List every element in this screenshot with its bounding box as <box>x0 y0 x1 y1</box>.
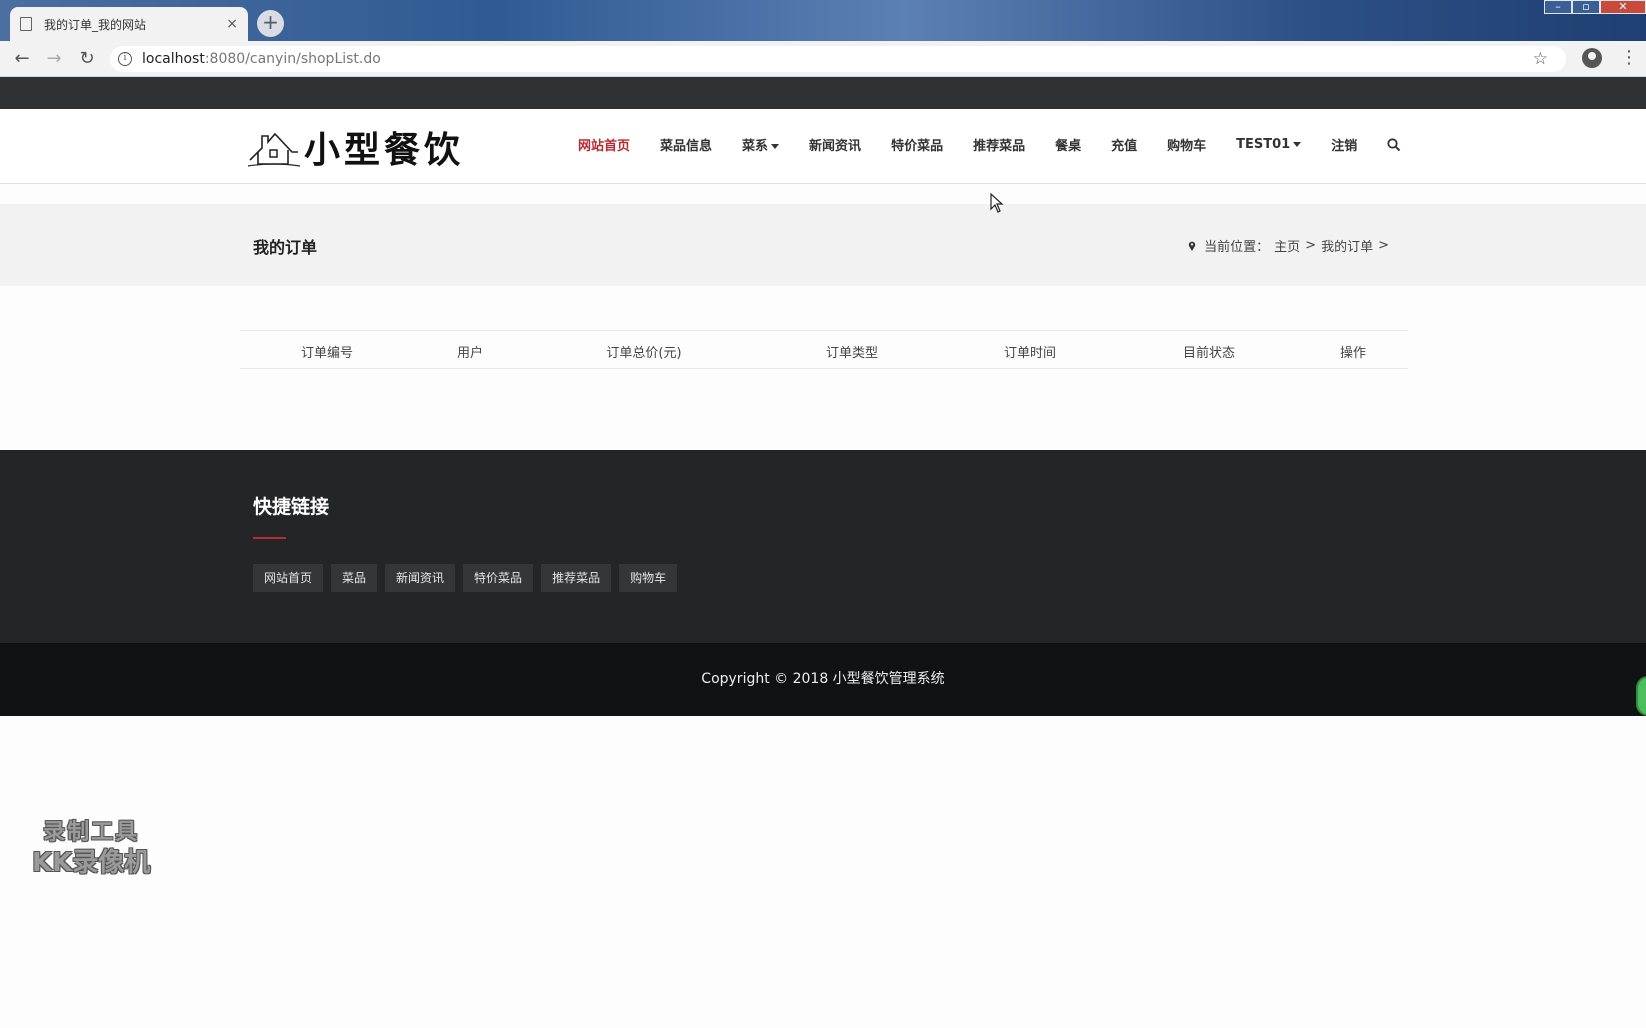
heading-underline <box>253 537 286 539</box>
account-icon[interactable] <box>1582 48 1602 68</box>
document-icon <box>20 17 32 31</box>
mouse-cursor-icon <box>990 193 1004 213</box>
tab-close-icon[interactable]: × <box>226 16 238 32</box>
main-nav: 网站首页 菜品信息 菜系 新闻资讯 特价菜品 推荐菜品 餐桌 充值 购物车 TE… <box>578 135 1401 154</box>
site-header: 小型餐饮 网站首页 菜品信息 菜系 新闻资讯 特价菜品 推荐菜品 餐桌 充值 购… <box>0 109 1646 184</box>
breadcrumb-separator: > <box>1305 238 1317 253</box>
browser-tabstrip: 我的订单_我的网站 × + – ▫ ✕ <box>0 0 1646 41</box>
nav-dishes[interactable]: 菜品信息 <box>660 135 712 154</box>
caret-down-icon <box>771 144 780 149</box>
location-pin-icon <box>1188 241 1196 251</box>
tab-title: 我的订单_我的网站 <box>44 17 147 32</box>
page-title: 我的订单 <box>253 238 318 257</box>
nav-recommended[interactable]: 推荐菜品 <box>973 135 1025 154</box>
breadcrumb: 当前位置： 主页 > 我的订单 > <box>1188 236 1394 255</box>
nav-cuisine-label: 菜系 <box>742 139 769 154</box>
site-topbar <box>0 77 1646 109</box>
column-header-actions: 操作 <box>1339 346 1367 361</box>
nav-logout[interactable]: 注销 <box>1331 135 1357 154</box>
nav-cart[interactable]: 购物车 <box>1167 135 1206 154</box>
breadcrumb-current: 我的订单 <box>1321 240 1374 255</box>
bookmark-star-icon[interactable]: ☆ <box>1533 49 1548 69</box>
nav-user-label: TEST01 <box>1236 137 1291 152</box>
quick-link-recommended[interactable]: 推荐菜品 <box>541 564 612 592</box>
nav-news[interactable]: 新闻资讯 <box>809 135 861 154</box>
new-tab-button[interactable]: + <box>257 10 284 37</box>
quick-links: 网站首页 菜品 新闻资讯 特价菜品 推荐菜品 购物车 <box>253 564 685 592</box>
nav-specials[interactable]: 特价菜品 <box>891 135 943 154</box>
nav-user-dropdown[interactable]: TEST01 <box>1236 137 1302 152</box>
maximize-button[interactable]: ▫ <box>1572 0 1600 14</box>
nav-tables[interactable]: 餐桌 <box>1055 135 1081 154</box>
url-path: :8080/canyin/shopList.do <box>204 51 381 67</box>
column-header-user: 用户 <box>456 346 484 361</box>
close-window-button[interactable]: ✕ <box>1600 0 1646 14</box>
browser-toolbar: ← → ↻ i localhost :8080/canyin/shopList.… <box>0 41 1646 77</box>
quick-link-specials[interactable]: 特价菜品 <box>463 564 534 592</box>
nav-home[interactable]: 网站首页 <box>578 135 630 154</box>
site-info-icon[interactable]: i <box>118 52 132 66</box>
breadcrumb-prefix: 当前位置： <box>1204 240 1270 255</box>
nav-recharge[interactable]: 充值 <box>1111 135 1137 154</box>
forward-icon[interactable]: → <box>43 48 65 70</box>
house-logo-icon <box>248 132 300 167</box>
column-header-total: 订单总价(元) <box>606 346 682 361</box>
back-icon[interactable]: ← <box>11 48 33 70</box>
quick-link-home[interactable]: 网站首页 <box>253 564 324 592</box>
column-header-type: 订单类型 <box>825 346 879 361</box>
quick-link-cart[interactable]: 购物车 <box>619 564 678 592</box>
column-header-time: 订单时间 <box>1003 346 1057 361</box>
nav-cuisine-dropdown[interactable]: 菜系 <box>742 135 780 154</box>
search-icon[interactable] <box>1387 137 1401 152</box>
reload-icon[interactable]: ↻ <box>76 48 98 70</box>
orders-table: 订单编号 用户 订单总价(元) 订单类型 订单时间 目前状态 操作 <box>240 330 1408 369</box>
floating-side-button[interactable] <box>1636 676 1646 716</box>
address-bar[interactable]: i localhost :8080/canyin/shopList.do ☆ <box>110 46 1566 72</box>
quick-link-dishes[interactable]: 菜品 <box>331 564 378 592</box>
browser-menu-icon[interactable]: ⋮ <box>1620 47 1638 69</box>
site-logo[interactable]: 小型餐饮 <box>248 121 464 173</box>
page-header-band: 我的订单 当前位置： 主页 > 我的订单 > <box>0 204 1646 286</box>
caret-down-icon <box>1293 142 1302 147</box>
quick-link-news[interactable]: 新闻资讯 <box>385 564 456 592</box>
site-footer: 快捷链接 网站首页 菜品 新闻资讯 特价菜品 推荐菜品 购物车 <box>0 450 1646 643</box>
window-controls: – ▫ ✕ <box>1544 0 1646 14</box>
logo-text: 小型餐饮 <box>304 129 465 171</box>
copyright-bar: Copyright © 2018 小型餐饮管理系统 <box>0 643 1646 716</box>
quick-links-heading: 快捷链接 <box>253 496 330 518</box>
column-header-status: 目前状态 <box>1182 346 1236 361</box>
watermark-line1: 录制工具 <box>43 820 140 845</box>
browser-tab[interactable]: 我的订单_我的网站 × <box>10 7 248 41</box>
watermark-line2: KK录像机 <box>32 848 151 878</box>
breadcrumb-home[interactable]: 主页 <box>1274 236 1300 255</box>
breadcrumb-trail: > <box>1378 238 1389 253</box>
recorder-watermark: 录制工具 KK录像机 <box>32 818 150 878</box>
minimize-button[interactable]: – <box>1544 0 1572 14</box>
url-host: localhost <box>142 51 205 67</box>
column-header-order-id: 订单编号 <box>300 346 354 361</box>
